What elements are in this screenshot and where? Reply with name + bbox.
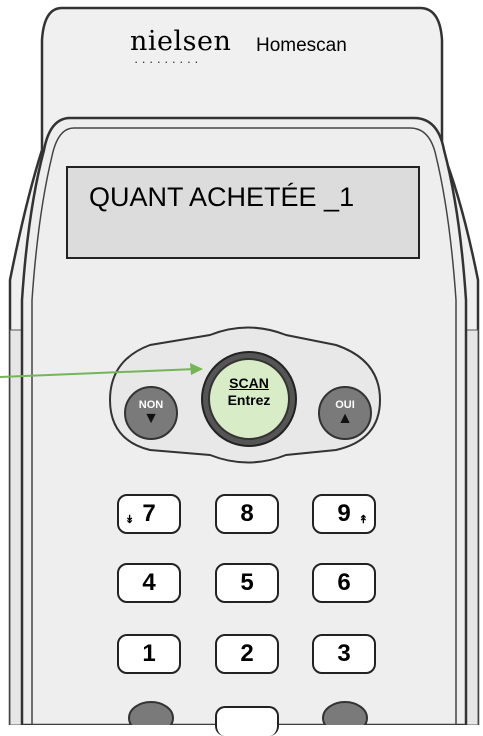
up-arrow-icon[interactable]: ▲ [325, 410, 365, 428]
key-8[interactable]: 8 [215, 494, 279, 534]
key-5[interactable]: 5 [215, 563, 279, 603]
lcd-display-text: QUANT ACHETÉE _1 [89, 182, 355, 212]
key-7-label: 7 [142, 500, 156, 527]
key-8-label: 8 [240, 500, 254, 527]
scroll-up-icon: ↟ [358, 514, 368, 526]
key-9-label: 9 [337, 500, 351, 527]
scan-button-label[interactable]: SCAN [204, 375, 294, 391]
key-6-label: 6 [337, 569, 351, 596]
key-0-partial[interactable] [215, 706, 279, 736]
key-2-label: 2 [240, 640, 254, 667]
key-3[interactable]: 3 [312, 634, 376, 674]
scroll-down-icon: ↡ [125, 514, 135, 526]
key-3-label: 3 [337, 640, 351, 667]
enter-button-label[interactable]: Entrez [204, 392, 294, 408]
bottom-right-button-partial [322, 701, 368, 725]
key-7[interactable]: ↡ 7 [117, 494, 181, 534]
key-4[interactable]: 4 [117, 563, 181, 603]
key-1[interactable]: 1 [117, 634, 181, 674]
bottom-left-button-partial [128, 701, 174, 725]
handheld-device-body [0, 6, 480, 725]
key-4-label: 4 [142, 569, 156, 596]
key-1-label: 1 [142, 640, 156, 667]
key-2[interactable]: 2 [215, 634, 279, 674]
nielsen-logo-dots: ········· [134, 54, 202, 69]
key-6[interactable]: 6 [312, 563, 376, 603]
product-name: Homescan [256, 35, 347, 56]
key-5-label: 5 [240, 569, 254, 596]
nielsen-logo: nielsen [130, 26, 232, 57]
key-9[interactable]: 9 ↟ [312, 494, 376, 534]
down-arrow-icon[interactable]: ▼ [131, 410, 171, 428]
